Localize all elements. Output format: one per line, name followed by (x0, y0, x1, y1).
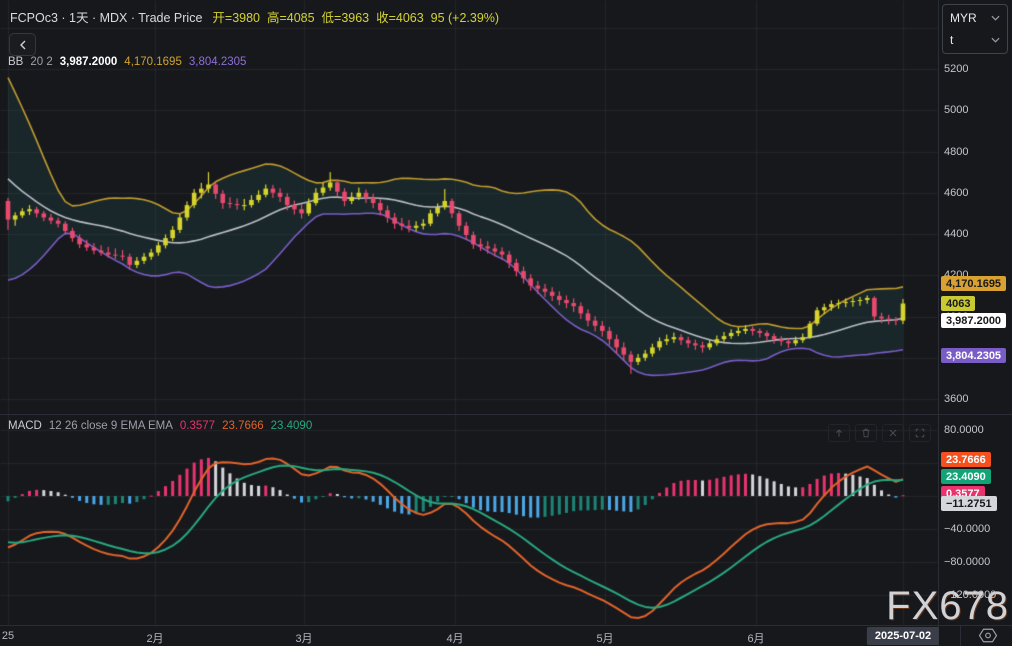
price-tick-label: 3600 (944, 393, 968, 405)
maximize-icon (914, 427, 926, 439)
macd-tick-label: −120.0000 (944, 589, 996, 601)
time-axis-label: 4月 (446, 630, 463, 646)
unit-select[interactable]: t (950, 33, 1000, 47)
corner-separator (960, 625, 961, 646)
trash-icon (860, 427, 872, 439)
time-axis-label: 3月 (295, 630, 312, 646)
macd-line-value: 23.7666 (222, 420, 264, 432)
price-tick-label: 4600 (944, 187, 968, 199)
symbol-header: FCPOc3 · 1天 · MDX · Trade Price 开=3980 高… (10, 7, 499, 26)
bb-basis-value: 3,987.2000 (60, 56, 118, 68)
price-axis-tag: 3,804.2305 (941, 348, 1006, 363)
currency-select[interactable]: MYR (950, 11, 1000, 25)
chevron-down-icon (991, 37, 1000, 43)
chart-canvas[interactable] (0, 0, 1012, 646)
symbol-title[interactable]: FCPOc3 · 1天 · MDX · Trade Price (10, 7, 202, 26)
macd-axis-tag: −11.2751 (941, 496, 997, 511)
macd-params: 12 26 close 9 EMA EMA (49, 420, 173, 432)
time-axis-separator (0, 625, 1012, 626)
macd-tick-label: 80.0000 (944, 424, 984, 436)
price-tick-label: 4800 (944, 146, 968, 158)
currency-unit-selector: MYR t (942, 4, 1008, 54)
current-date-tag: 2025-07-02 (867, 627, 939, 645)
arrow-up-icon (833, 427, 845, 439)
price-axis-separator[interactable] (938, 0, 939, 646)
time-axis-label: 25 (2, 630, 14, 642)
macd-axis-tag: 23.4090 (941, 469, 991, 484)
back-button[interactable] (9, 33, 36, 56)
macd-tick-label: −40.0000 (944, 523, 990, 535)
maximize-pane-button[interactable] (909, 424, 931, 442)
chart-app: FCPOc3 · 1天 · MDX · Trade Price 开=3980 高… (0, 0, 1012, 646)
hexagon-dot-icon (978, 627, 998, 644)
macd-name: MACD (8, 420, 42, 432)
chevron-down-icon (991, 15, 1000, 21)
pane-controls (828, 424, 931, 442)
price-axis-tag: 4063 (941, 296, 975, 311)
time-axis-label: 2月 (146, 630, 163, 646)
price-axis-tag: 4,170.1695 (941, 276, 1006, 291)
axis-settings-button[interactable] (976, 625, 1000, 645)
macd-legend[interactable]: MACD 12 26 close 9 EMA EMA 0.3577 23.766… (8, 420, 312, 432)
bb-legend[interactable]: BB 20 2 3,987.2000 4,170.1695 3,804.2305 (8, 56, 246, 68)
delete-pane-button[interactable] (855, 424, 877, 442)
chevron-left-icon (18, 40, 28, 50)
bb-params: 20 2 (30, 56, 52, 68)
macd-tick-label: −80.0000 (944, 556, 990, 568)
macd-signal-value: 23.4090 (271, 420, 313, 432)
price-axis-tag: 3,987.2000 (941, 313, 1006, 328)
price-tick-label: 5200 (944, 63, 968, 75)
currency-value: MYR (950, 11, 977, 25)
bb-upper-value: 4,170.1695 (124, 56, 182, 68)
move-pane-up-button[interactable] (828, 424, 850, 442)
macd-axis-tag: 23.7666 (941, 452, 991, 467)
unit-value: t (950, 33, 953, 47)
price-tick-label: 4400 (944, 228, 968, 240)
pane-separator[interactable] (0, 414, 1012, 415)
time-axis-label: 6月 (747, 630, 764, 646)
ohlc-values: 开=3980 高=4085 低=3963 收=4063 95 (+2.39%) (212, 7, 499, 26)
price-tick-label: 5000 (944, 104, 968, 116)
time-axis-label: 5月 (596, 630, 613, 646)
close-icon (887, 427, 899, 439)
bb-name: BB (8, 56, 23, 68)
close-pane-button[interactable] (882, 424, 904, 442)
macd-hist-value: 0.3577 (180, 420, 215, 432)
bb-lower-value: 3,804.2305 (189, 56, 247, 68)
